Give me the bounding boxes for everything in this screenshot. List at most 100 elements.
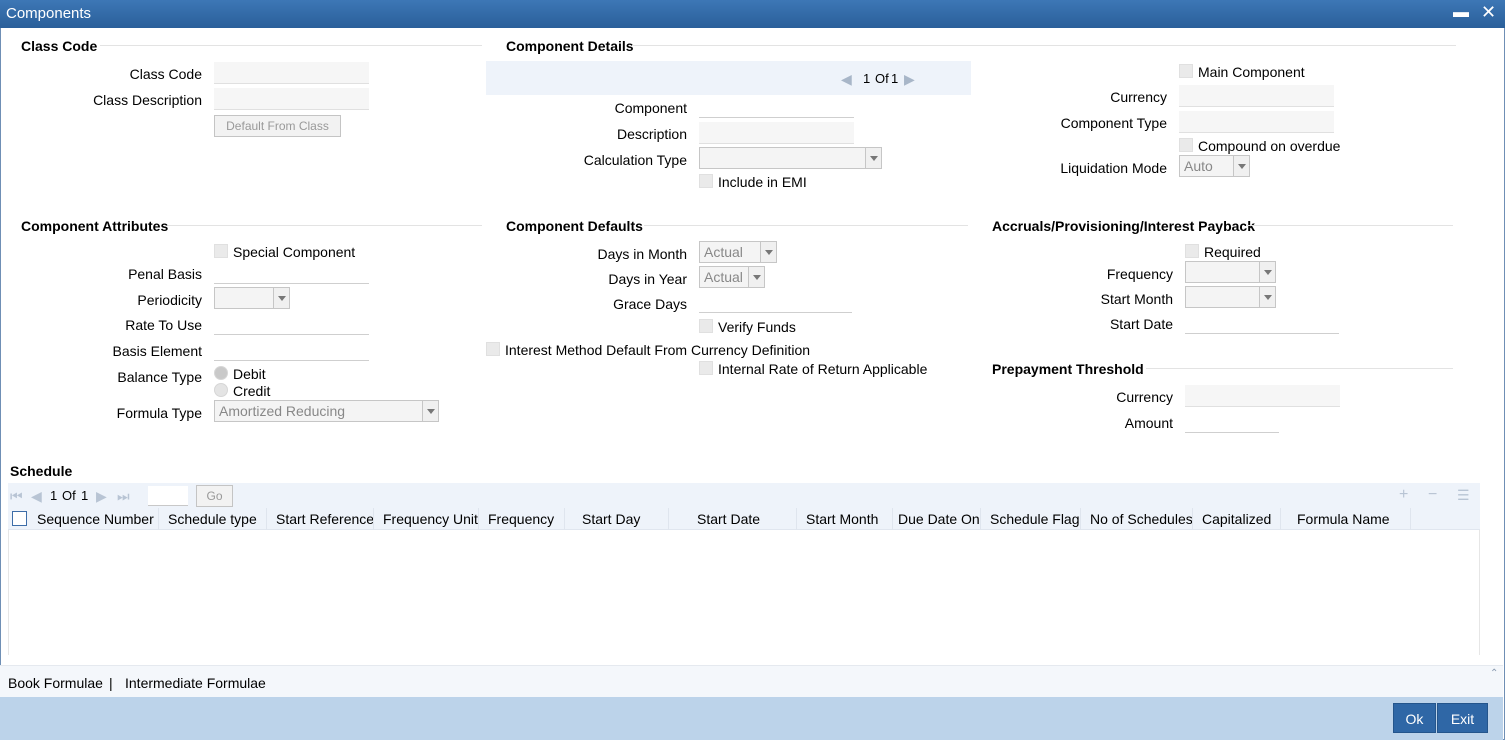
col-start-date[interactable]: Start Date	[697, 511, 760, 527]
ok-button[interactable]: Ok	[1393, 703, 1436, 733]
compound-overdue-checkbox[interactable]	[1179, 138, 1193, 152]
prepayment-currency-field[interactable]	[1185, 385, 1340, 407]
frequency-select[interactable]	[1185, 261, 1276, 283]
exit-button[interactable]: Exit	[1437, 703, 1488, 733]
frequency-label: Frequency	[1106, 266, 1173, 282]
class-code-field[interactable]	[214, 62, 369, 84]
minimize-icon[interactable]: ▬	[1453, 4, 1469, 22]
class-description-label: Class Description	[93, 92, 202, 108]
irr-label: Internal Rate of Return Applicable	[718, 361, 928, 377]
col-start-month[interactable]: Start Month	[806, 511, 878, 527]
component-type-field[interactable]	[1179, 111, 1334, 133]
verify-funds-checkbox[interactable]	[699, 319, 713, 333]
book-formulae-link[interactable]: Book Formulae	[8, 675, 103, 691]
last-page-icon[interactable]: ⏭	[117, 488, 130, 505]
prepayment-amount-label: Amount	[1124, 415, 1173, 431]
nav-total: 1	[891, 71, 899, 86]
default-from-class-button[interactable]: Default From Class	[214, 115, 341, 137]
schedule-nav-of: Of	[62, 488, 76, 503]
start-date-field[interactable]	[1185, 312, 1339, 334]
rate-to-use-label: Rate To Use	[125, 317, 202, 333]
credit-radio[interactable]	[214, 383, 228, 397]
include-emi-checkbox[interactable]	[699, 174, 713, 188]
col-frequency-unit[interactable]: Frequency Unit	[383, 511, 478, 527]
single-view-icon[interactable]: ☰	[1457, 487, 1470, 504]
class-description-field[interactable]	[214, 88, 369, 110]
intermediate-formulae-link[interactable]: Intermediate Formulae	[125, 675, 266, 691]
schedule-grid-body	[8, 530, 1480, 655]
next-record-icon[interactable]: ▶	[904, 71, 915, 88]
basis-element-field[interactable]	[214, 339, 369, 361]
penal-basis-label: Penal Basis	[128, 266, 202, 282]
verify-funds-label: Verify Funds	[718, 319, 796, 335]
liquidation-mode-label: Liquidation Mode	[1060, 160, 1167, 176]
required-checkbox[interactable]	[1185, 244, 1199, 258]
formula-type-select[interactable]: Amortized Reducing	[214, 400, 439, 422]
start-month-select[interactable]	[1185, 286, 1276, 308]
go-button[interactable]: Go	[196, 485, 233, 507]
schedule-section-title: Schedule	[10, 463, 73, 479]
schedule-nav-page: 1	[50, 488, 58, 503]
link-separator: |	[109, 675, 113, 691]
days-in-year-value: Actual	[704, 269, 743, 285]
debit-radio[interactable]	[214, 366, 228, 380]
col-due-date-on[interactable]: Due Date On	[898, 511, 980, 527]
component-label: Component	[614, 100, 687, 116]
penal-basis-field[interactable]	[214, 262, 369, 284]
add-row-icon[interactable]: +	[1399, 486, 1408, 504]
col-formula-name[interactable]: Formula Name	[1297, 511, 1390, 527]
chevron-down-icon	[748, 267, 764, 287]
close-icon[interactable]: ✕	[1481, 2, 1496, 23]
interest-method-checkbox[interactable]	[486, 342, 500, 356]
calculation-type-select[interactable]	[699, 147, 882, 169]
prepayment-currency-label: Currency	[1116, 389, 1173, 405]
prev-record-icon[interactable]: ◀	[841, 71, 852, 88]
page-number-input[interactable]	[148, 486, 188, 506]
prepayment-amount-field[interactable]	[1185, 411, 1279, 433]
col-schedule-type[interactable]: Schedule type	[168, 511, 257, 527]
days-in-month-value: Actual	[704, 244, 743, 260]
component-field[interactable]	[699, 96, 854, 118]
col-start-day[interactable]: Start Day	[582, 511, 640, 527]
col-no-of-schedules[interactable]: No of Schedules	[1090, 511, 1193, 527]
main-component-checkbox[interactable]	[1179, 64, 1193, 78]
grace-days-field[interactable]	[699, 291, 852, 313]
description-field[interactable]	[699, 122, 854, 144]
prev-page-icon[interactable]: ◀	[31, 488, 42, 505]
compound-overdue-label: Compound on overdue	[1198, 138, 1341, 154]
rate-to-use-field[interactable]	[214, 313, 369, 335]
chevron-down-icon	[760, 242, 776, 262]
currency-field[interactable]	[1179, 85, 1334, 107]
col-frequency[interactable]: Frequency	[488, 511, 554, 527]
col-start-reference[interactable]: Start Reference	[276, 511, 374, 527]
next-page-icon[interactable]: ▶	[96, 488, 107, 505]
class-code-label: Class Code	[129, 66, 202, 82]
periodicity-select[interactable]	[214, 287, 290, 309]
accruals-section-title: Accruals/Provisioning/Interest Payback	[992, 218, 1255, 234]
collapse-icon[interactable]: ⌃	[1490, 668, 1498, 679]
chevron-down-icon	[1259, 287, 1275, 307]
select-all-checkbox[interactable]	[12, 511, 27, 526]
days-in-month-select[interactable]: Actual	[699, 241, 777, 263]
window-title: Components	[6, 5, 92, 22]
col-sequence-number[interactable]: Sequence Number	[37, 511, 154, 527]
col-schedule-flag[interactable]: Schedule Flag	[990, 511, 1080, 527]
special-component-checkbox[interactable]	[214, 244, 228, 258]
days-in-year-select[interactable]: Actual	[699, 266, 765, 288]
schedule-toolbar: ⏮ ◀ 1 Of 1 ▶ ⏭ Go + − ☰	[8, 483, 1480, 509]
start-date-label: Start Date	[1109, 316, 1173, 332]
delete-row-icon[interactable]: −	[1428, 486, 1437, 504]
days-in-month-label: Days in Month	[597, 246, 687, 262]
description-label: Description	[616, 126, 687, 142]
nav-of: Of	[875, 71, 889, 86]
chevron-down-icon	[273, 288, 289, 308]
irr-checkbox[interactable]	[699, 361, 713, 375]
divider	[632, 45, 1456, 46]
chevron-down-icon	[1233, 156, 1249, 176]
col-capitalized[interactable]: Capitalized	[1202, 511, 1271, 527]
divider	[644, 225, 968, 226]
liquidation-mode-select[interactable]: Auto	[1179, 155, 1250, 177]
first-page-icon[interactable]: ⏮	[10, 488, 23, 505]
chevron-down-icon	[422, 401, 438, 421]
chevron-down-icon	[865, 148, 881, 168]
